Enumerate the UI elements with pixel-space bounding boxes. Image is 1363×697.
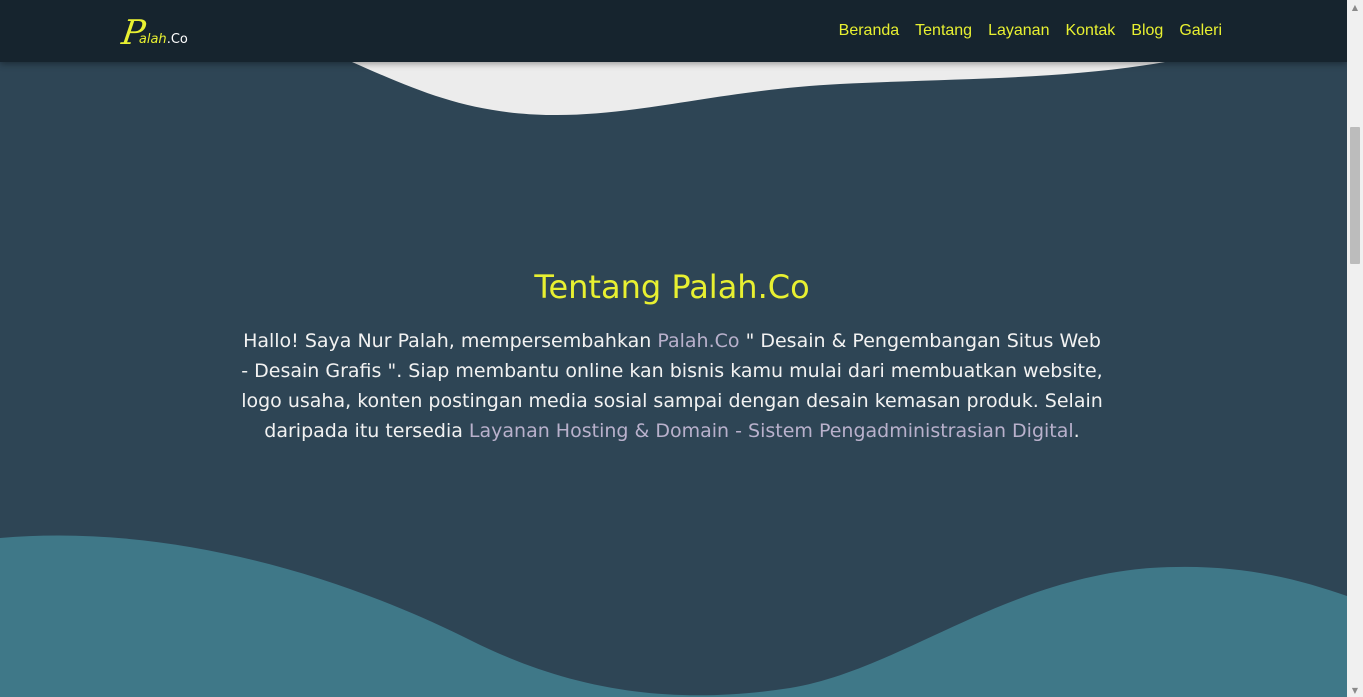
link-separator: - — [729, 420, 749, 442]
top-wave-decoration — [352, 62, 1165, 116]
logo-initial: P — [119, 13, 148, 53]
nav-link-beranda[interactable]: Beranda — [839, 22, 900, 40]
nav-link-blog[interactable]: Blog — [1131, 22, 1163, 40]
scroll-up-icon[interactable]: ▲ — [1347, 0, 1363, 14]
about-section: Tentang Palah.Co Hallo! Saya Nur Palah, … — [240, 268, 1104, 446]
about-description: Hallo! Saya Nur Palah, mempersembahkan P… — [240, 326, 1104, 446]
nav-link-layanan[interactable]: Layanan — [988, 22, 1049, 40]
main-nav: Beranda Tentang Layanan Kontak Blog Gale… — [839, 0, 1222, 62]
brand-link[interactable]: Palah.Co — [657, 330, 739, 352]
hosting-domain-link[interactable]: Layanan Hosting & Domain — [469, 420, 729, 442]
about-text-4: . — [1073, 420, 1080, 442]
scrollbar-thumb[interactable] — [1350, 127, 1360, 264]
nav-link-galeri[interactable]: Galeri — [1179, 22, 1222, 40]
logo-wordmark-b: .Co — [166, 32, 188, 47]
about-title: Tentang Palah.Co — [534, 268, 810, 306]
digital-admin-link[interactable]: Sistem Pengadministrasian Digital — [748, 420, 1074, 442]
about-text-1: Hallo! Saya Nur Palah, mempersembahkan — [243, 330, 658, 352]
nav-link-tentang[interactable]: Tentang — [915, 22, 972, 40]
scroll-down-icon[interactable]: ▼ — [1347, 683, 1363, 697]
top-navbar: P alah.Co Beranda Tentang Layanan Kontak… — [0, 0, 1347, 62]
nav-link-kontak[interactable]: Kontak — [1065, 22, 1115, 40]
brand-logo[interactable]: P alah.Co — [119, 12, 188, 53]
bottom-wave-decoration — [0, 535, 1347, 697]
logo-wordmark: alah.Co — [139, 32, 188, 47]
vertical-scrollbar[interactable]: ▲ ▼ — [1347, 0, 1363, 697]
